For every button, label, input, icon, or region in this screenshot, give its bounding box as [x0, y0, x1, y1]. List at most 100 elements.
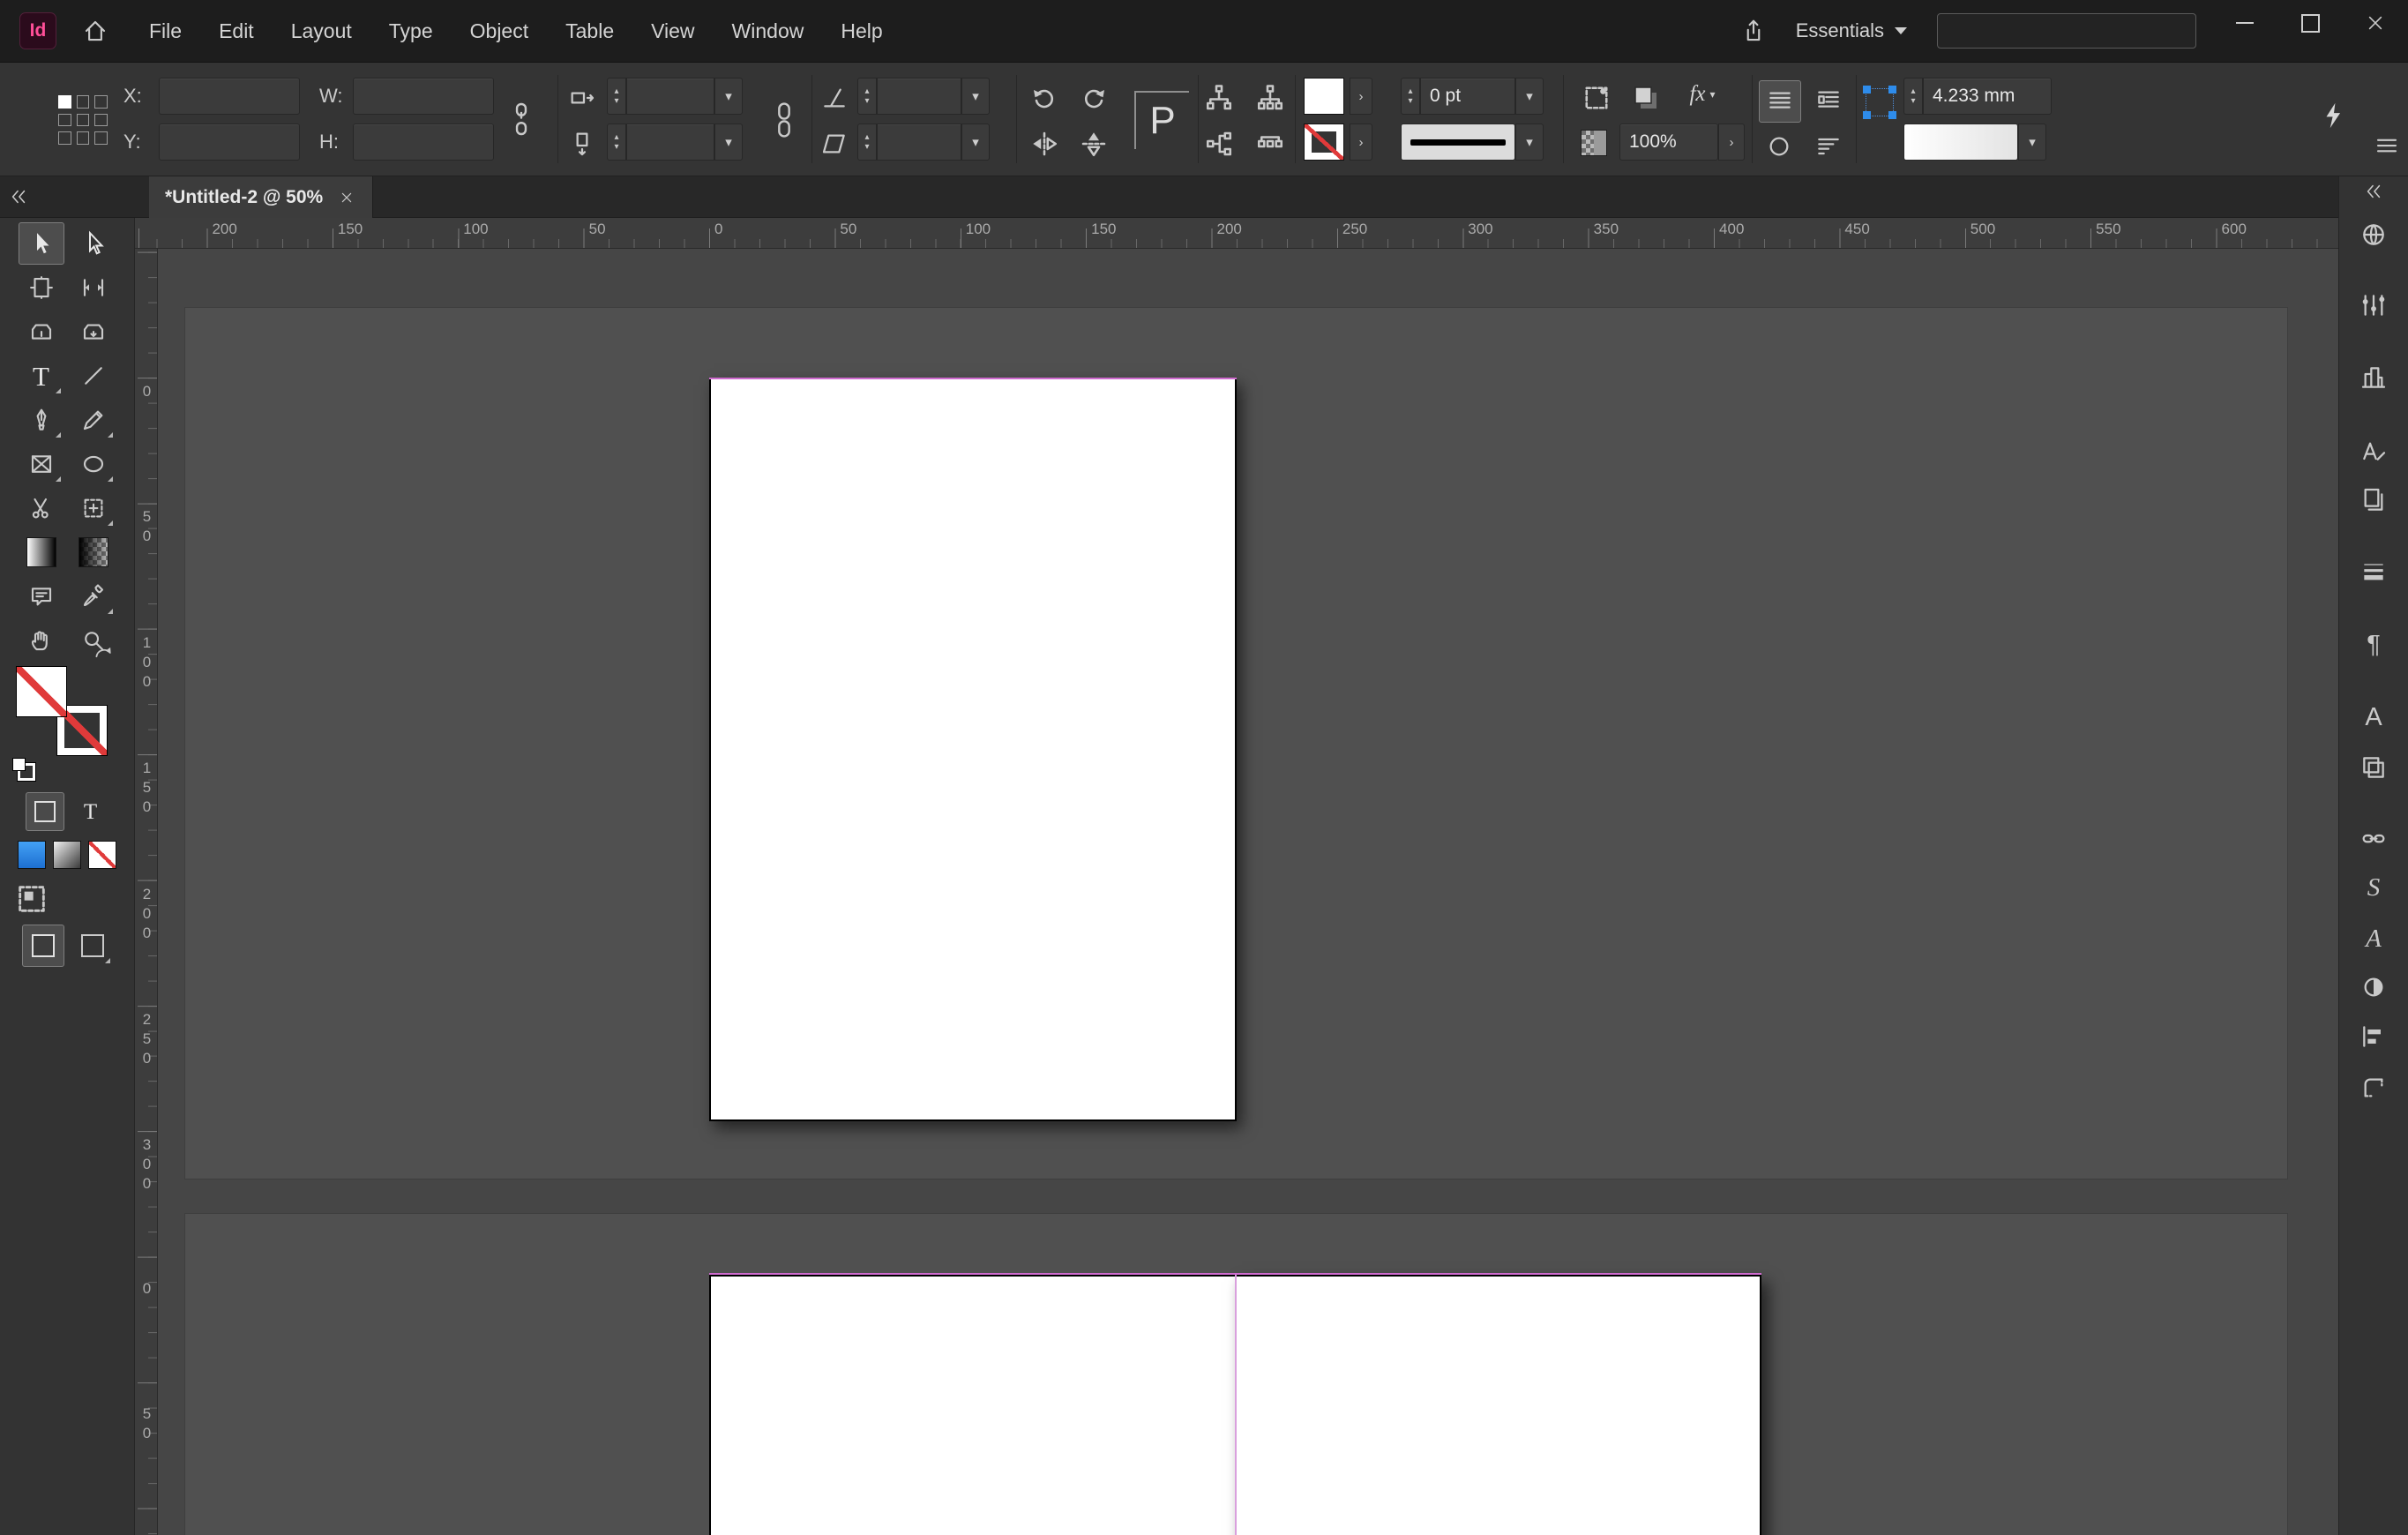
menu-window[interactable]: Window	[714, 0, 823, 62]
opacity-expand[interactable]: ›	[1718, 124, 1745, 161]
stroke-weight-field[interactable]: 0 pt	[1420, 78, 1515, 115]
gap-tool[interactable]	[71, 267, 116, 308]
layers-panel-button[interactable]	[2354, 748, 2393, 787]
height-field[interactable]	[353, 124, 494, 161]
shear-field[interactable]	[877, 78, 961, 115]
corner-options-button[interactable]	[1581, 82, 1612, 114]
menu-view[interactable]: View	[632, 0, 713, 62]
align-panel-button[interactable]	[2354, 1017, 2393, 1056]
stroke-panel-button[interactable]	[2354, 552, 2393, 591]
vertical-ruler[interactable]: 050100150200250300050	[135, 249, 158, 1535]
rotation-stepper[interactable]: ▴▾	[857, 124, 877, 161]
content-collector-tool[interactable]	[19, 311, 64, 352]
home-button[interactable]	[78, 13, 113, 49]
scale-x-stepper[interactable]: ▴▾	[607, 78, 626, 115]
panel-menu-button[interactable]	[2369, 128, 2404, 163]
text-wrap-none-button[interactable]	[1759, 80, 1801, 123]
width-field[interactable]	[353, 78, 494, 115]
content-placer-tool[interactable]	[71, 311, 116, 352]
live-corner-button[interactable]	[1863, 86, 1896, 119]
apply-gradient-button[interactable]	[53, 841, 81, 869]
distribute-spacing-h-button[interactable]	[1203, 82, 1235, 114]
rotate-cw-button[interactable]	[1078, 82, 1110, 114]
paragraph-panel-button[interactable]: ¶	[2354, 625, 2393, 664]
tab-close-button[interactable]	[337, 188, 356, 207]
scale-x-field[interactable]	[626, 78, 714, 115]
quick-actions-button[interactable]	[2315, 96, 2353, 135]
scale-y-dropdown[interactable]: ▾	[714, 124, 743, 161]
stroke-color-swatch[interactable]	[1304, 124, 1344, 161]
fill-swatch-expand[interactable]: ›	[1350, 78, 1372, 115]
scissors-tool[interactable]	[19, 488, 64, 528]
hand-tool[interactable]	[19, 620, 64, 661]
page-2[interactable]	[709, 1275, 1237, 1535]
character-panel-button[interactable]: A	[2354, 698, 2393, 737]
gradient-feather-button[interactable]	[1808, 126, 1849, 167]
adjustments-panel-button[interactable]	[2354, 286, 2393, 325]
rotate-ccw-button[interactable]	[1028, 82, 1060, 114]
share-button[interactable]	[1734, 11, 1773, 50]
applied-swatch-preview[interactable]	[1903, 124, 2018, 161]
reference-point-locator[interactable]	[58, 95, 108, 145]
collapse-panels-button[interactable]	[2360, 178, 2387, 205]
corner-size-field[interactable]: 4.233 mm	[1923, 78, 2052, 115]
selection-tool[interactable]	[19, 222, 64, 265]
effects-panel-button[interactable]	[2354, 968, 2393, 1007]
corner-options-panel-button[interactable]	[2354, 1068, 2393, 1107]
horizontal-ruler[interactable]: 2001501005005010015020025030035040045050…	[135, 218, 2338, 249]
stroke-style-dropdown[interactable]: ▾	[1515, 124, 1544, 161]
menu-help[interactable]: Help	[822, 0, 901, 62]
drop-shadow-button[interactable]	[1630, 82, 1662, 114]
apply-none-button[interactable]	[88, 841, 116, 869]
scale-y-field[interactable]	[626, 124, 714, 161]
line-tool[interactable]	[71, 356, 116, 396]
constrain-scale-button[interactable]	[769, 98, 799, 142]
minimize-button[interactable]	[2212, 0, 2277, 46]
page-tool[interactable]	[19, 267, 64, 308]
shear-dropdown[interactable]: ▾	[961, 78, 990, 115]
note-tool[interactable]	[19, 576, 64, 617]
stroke-weight-dropdown[interactable]: ▾	[1515, 78, 1544, 115]
distribute-spacing-v-button[interactable]	[1254, 82, 1286, 114]
ellipse-tool[interactable]	[71, 444, 116, 484]
stroke-swatch-expand[interactable]: ›	[1350, 124, 1372, 161]
gradient-feather-tool[interactable]	[71, 532, 116, 573]
align-vertical-button[interactable]	[1254, 128, 1286, 160]
wrap-shape-button[interactable]	[1759, 126, 1799, 167]
rotation-dropdown[interactable]: ▾	[961, 124, 990, 161]
menu-type[interactable]: Type	[370, 0, 452, 62]
maximize-button[interactable]	[2277, 0, 2343, 46]
page-1[interactable]	[709, 378, 1237, 1121]
collapse-left-button[interactable]	[5, 183, 32, 210]
pen-tool[interactable]	[19, 400, 64, 440]
rectangle-frame-tool[interactable]	[19, 444, 64, 484]
pencil-tool[interactable]	[71, 400, 116, 440]
corner-size-stepper[interactable]: ▴▾	[1903, 78, 1923, 115]
pages-panel-button[interactable]	[2354, 481, 2393, 520]
type-tool[interactable]: T	[19, 356, 64, 396]
stroke-style-preview[interactable]	[1401, 124, 1515, 161]
scripts-panel-button[interactable]: S	[2354, 868, 2393, 907]
menu-edit[interactable]: Edit	[200, 0, 273, 62]
applied-swatch-dropdown[interactable]: ▾	[2018, 124, 2046, 161]
menu-table[interactable]: Table	[547, 0, 632, 62]
align-horizontal-button[interactable]	[1203, 128, 1235, 160]
screen-mode-preview-button[interactable]	[72, 925, 113, 966]
formatting-affects-container-button[interactable]	[26, 792, 64, 831]
direct-selection-tool[interactable]	[72, 223, 116, 264]
document-tab[interactable]: *Untitled-2 @ 50%	[149, 176, 373, 218]
page-3[interactable]	[1235, 1275, 1761, 1535]
constrain-wh-button[interactable]	[506, 100, 536, 139]
shear-stepper[interactable]: ▴▾	[857, 78, 877, 115]
fill-color-swatch[interactable]	[1304, 78, 1344, 115]
text-wrap-around-button[interactable]	[1808, 80, 1849, 121]
effects-menu-button[interactable]: fx▾	[1679, 82, 1725, 107]
opacity-field[interactable]: 100%	[1619, 124, 1718, 161]
default-fill-stroke-button[interactable]	[12, 758, 35, 781]
flip-vertical-button[interactable]	[1078, 128, 1110, 160]
stroke-weight-stepper[interactable]: ▴▾	[1401, 78, 1420, 115]
document-canvas[interactable]	[158, 249, 2338, 1535]
close-button[interactable]	[2343, 0, 2408, 46]
glyphs-panel-button[interactable]: A	[2354, 919, 2393, 958]
search-input[interactable]	[1937, 13, 2196, 49]
